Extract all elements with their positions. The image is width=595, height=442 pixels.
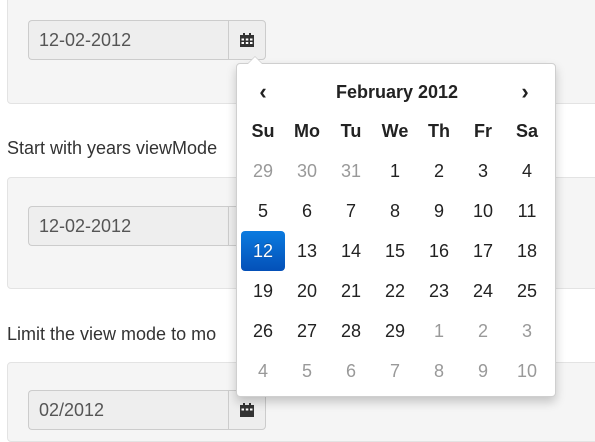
calendar-day[interactable]: 1 <box>373 151 417 191</box>
calendar-day[interactable]: 19 <box>241 271 285 311</box>
calendar-day[interactable]: 20 <box>285 271 329 311</box>
calendar-day[interactable]: 23 <box>417 271 461 311</box>
day-of-week-header: We <box>381 121 409 141</box>
calendar-day[interactable]: 7 <box>329 191 373 231</box>
calendar-day[interactable]: 3 <box>461 151 505 191</box>
calendar-day[interactable]: 2 <box>417 151 461 191</box>
calendar-day[interactable]: 28 <box>329 311 373 351</box>
calendar-day[interactable]: 22 <box>373 271 417 311</box>
calendar-button-1[interactable] <box>228 20 266 60</box>
date-input-group-3 <box>28 390 266 430</box>
calendar-day[interactable]: 10 <box>505 351 549 391</box>
calendar-day[interactable]: 26 <box>241 311 285 351</box>
day-of-week-row: Su Mo Tu We Th Fr Sa <box>241 111 549 151</box>
calendar-day[interactable]: 3 <box>505 311 549 351</box>
calendar-day[interactable]: 16 <box>417 231 461 271</box>
calendar-day[interactable]: 1 <box>417 311 461 351</box>
calendar-day[interactable]: 7 <box>373 351 417 391</box>
calendar-day[interactable]: 17 <box>461 231 505 271</box>
calendar-week-row: 5 6 7 8 9 10 11 <box>241 191 549 231</box>
calendar-icon <box>240 33 254 47</box>
calendar-day[interactable]: 18 <box>505 231 549 271</box>
calendar-day[interactable]: 5 <box>241 191 285 231</box>
calendar-day[interactable]: 30 <box>285 151 329 191</box>
calendar-grid: Su Mo Tu We Th Fr Sa 29 30 31 1 2 3 4 5 6 7 8 9 10 11 12 13 14… <box>241 111 549 391</box>
calendar-day[interactable]: 13 <box>285 231 329 271</box>
section-label-limit-view-mode: Limit the view mode to mo <box>7 324 217 344</box>
calendar-week-row: 19 20 21 22 23 24 25 <box>241 271 549 311</box>
calendar-day[interactable]: 15 <box>373 231 417 271</box>
day-of-week-header: Sa <box>515 121 539 141</box>
calendar-week-row: 12 13 14 15 16 17 18 <box>241 231 549 271</box>
day-of-week-header: Tu <box>340 121 362 141</box>
calendar-week-row: 29 30 31 1 2 3 4 <box>241 151 549 191</box>
calendar-day[interactable]: 31 <box>329 151 373 191</box>
day-of-week-header: Th <box>428 121 450 141</box>
date-input-2[interactable] <box>28 206 228 246</box>
month-year-title[interactable]: February 2012 <box>287 74 507 110</box>
calendar-day[interactable]: 6 <box>329 351 373 391</box>
calendar-day[interactable]: 21 <box>329 271 373 311</box>
calendar-day[interactable]: 27 <box>285 311 329 351</box>
calendar-day[interactable]: 5 <box>285 351 329 391</box>
next-month-button[interactable]: › <box>507 74 543 110</box>
calendar-day[interactable]: 25 <box>505 271 549 311</box>
calendar-week-row: 4 5 6 7 8 9 10 <box>241 351 549 391</box>
calendar-day-selected[interactable]: 12 <box>241 231 285 271</box>
date-input-group-1 <box>28 20 266 60</box>
calendar-day[interactable]: 9 <box>461 351 505 391</box>
calendar-day[interactable]: 4 <box>505 151 549 191</box>
datepicker-header: ‹ February 2012 › <box>237 74 555 110</box>
day-of-week-header: Fr <box>474 121 492 141</box>
date-input-group-2 <box>28 206 266 246</box>
calendar-icon <box>240 403 254 417</box>
calendar-day[interactable]: 2 <box>461 311 505 351</box>
calendar-day[interactable]: 8 <box>417 351 461 391</box>
calendar-day[interactable]: 10 <box>461 191 505 231</box>
calendar-day[interactable]: 11 <box>505 191 549 231</box>
day-of-week-header: Su <box>251 121 275 141</box>
calendar-day[interactable]: 9 <box>417 191 461 231</box>
calendar-day[interactable]: 29 <box>373 311 417 351</box>
calendar-day[interactable]: 14 <box>329 231 373 271</box>
date-input-1[interactable] <box>28 20 228 60</box>
calendar-day[interactable]: 29 <box>241 151 285 191</box>
calendar-week-row: 26 27 28 29 1 2 3 <box>241 311 549 351</box>
calendar-day[interactable]: 8 <box>373 191 417 231</box>
section-label-years-viewmode: Start with years viewMode <box>7 138 218 158</box>
calendar-day[interactable]: 6 <box>285 191 329 231</box>
prev-month-button[interactable]: ‹ <box>245 74 281 110</box>
date-input-3[interactable] <box>28 390 228 430</box>
day-of-week-header: Mo <box>294 121 320 141</box>
calendar-day[interactable]: 4 <box>241 351 285 391</box>
datepicker-popup: ‹ February 2012 › Su Mo Tu We Th Fr Sa 29 30 31 1… <box>236 56 556 397</box>
calendar-day[interactable]: 24 <box>461 271 505 311</box>
